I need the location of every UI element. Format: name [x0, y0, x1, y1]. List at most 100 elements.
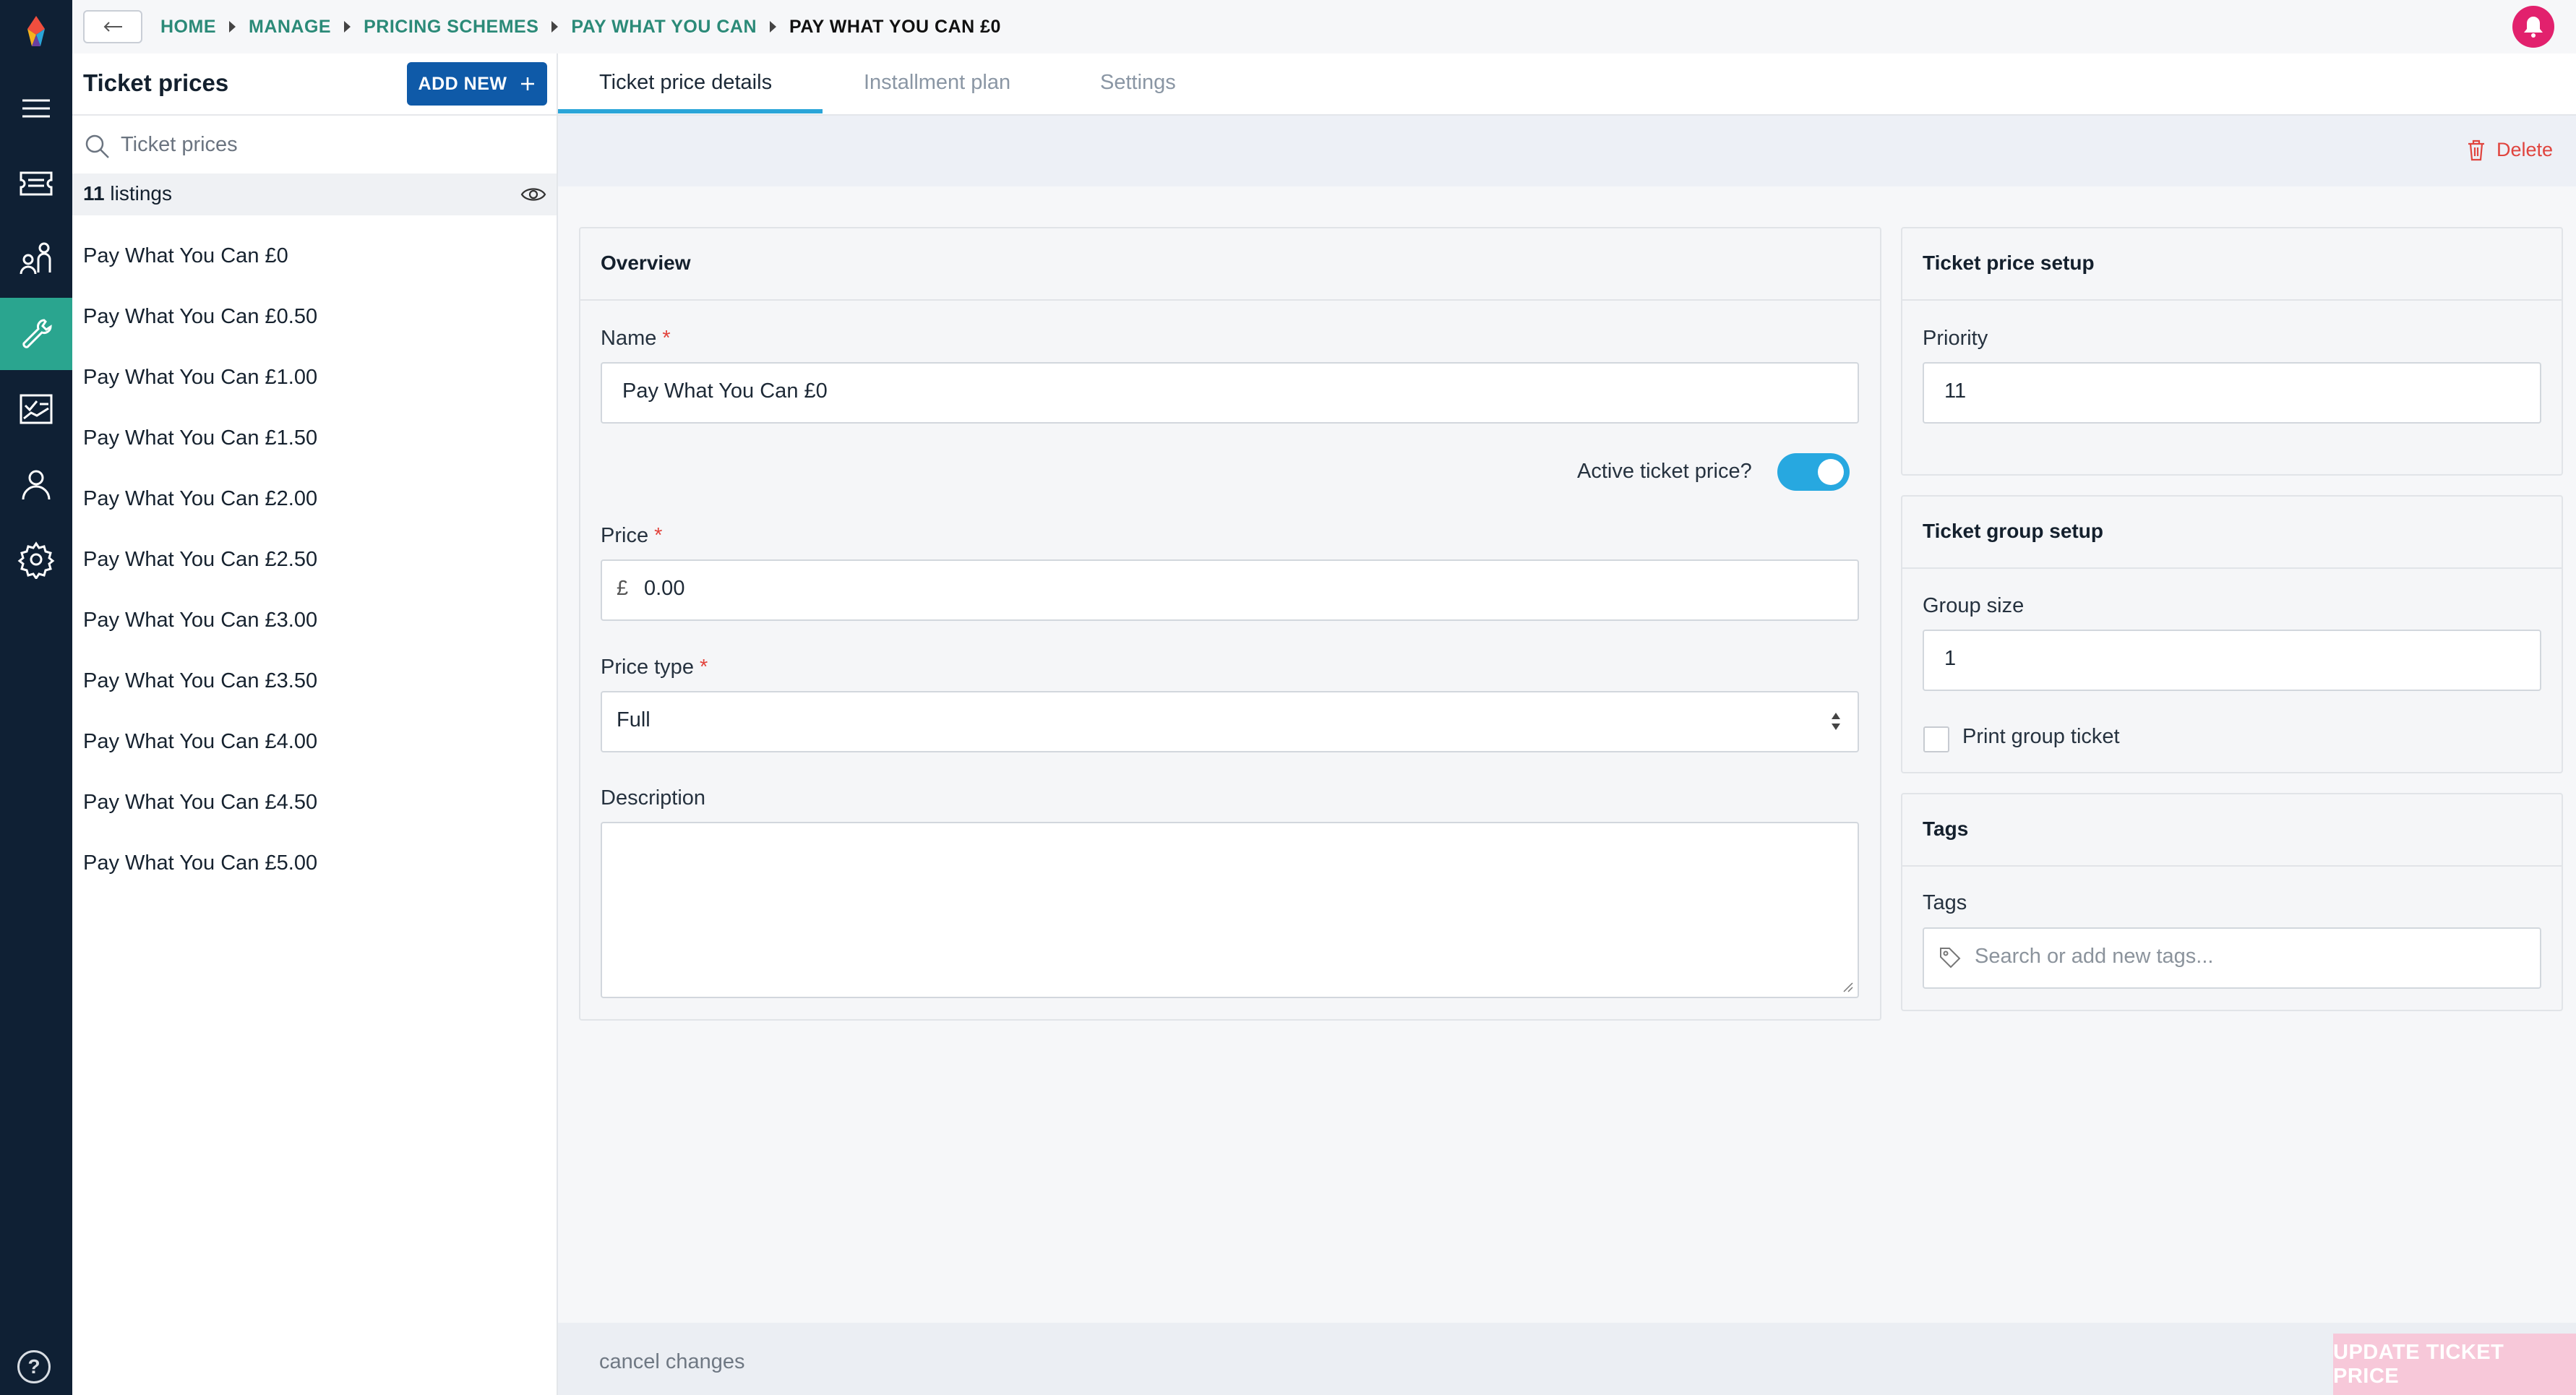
app-logo[interactable]: [16, 13, 56, 53]
breadcrumb-current: PAY WHAT YOU CAN £0: [789, 16, 1001, 37]
gear-icon[interactable]: [0, 523, 72, 596]
listings-count-text: 11 listings: [83, 182, 172, 205]
breadcrumb-pay-what-you-can[interactable]: PAY WHAT YOU CAN: [571, 17, 757, 38]
name-input[interactable]: Pay What You Can £0: [601, 362, 1859, 424]
ticket-group-setup-header: Ticket group setup: [1902, 497, 2562, 569]
add-new-button[interactable]: ADD NEW: [407, 62, 547, 106]
search-icon: [85, 134, 109, 158]
list-item[interactable]: Pay What You Can £2.00: [83, 487, 317, 511]
breadcrumb: HOME MANAGE PRICING SCHEMES PAY WHAT YOU…: [160, 14, 1001, 39]
tags-label: Tags: [1923, 891, 1967, 914]
toggle-knob: [1818, 459, 1844, 485]
price-type-label-text: Price type: [601, 656, 694, 679]
ticket-price-setup-title: Ticket price setup: [1923, 252, 2095, 274]
tags-input[interactable]: Search or add new tags...: [1923, 927, 2541, 989]
action-band: [558, 116, 2576, 186]
priority-value: 11: [1944, 379, 1967, 403]
price-value: 0.00: [644, 577, 685, 600]
group-size-value: 1: [1944, 647, 1957, 670]
list-item[interactable]: Pay What You Can £4.50: [83, 791, 317, 815]
select-arrows-icon: [1832, 713, 1840, 730]
delete-label: Delete: [2496, 139, 2553, 160]
description-label: Description: [601, 786, 706, 810]
notification-bell-icon[interactable]: [2512, 6, 2554, 48]
tag-icon: [1940, 948, 1961, 969]
list-item[interactable]: Pay What You Can £1.00: [83, 366, 317, 390]
tab-ticket-price-details[interactable]: Ticket price details: [599, 71, 772, 95]
search-row: [72, 114, 557, 176]
price-type-select[interactable]: Full: [601, 691, 1859, 752]
ticket-icon[interactable]: [0, 147, 72, 220]
ticket-price-setup-header: Ticket price setup: [1902, 228, 2562, 301]
list-item[interactable]: Pay What You Can £4.00: [83, 730, 317, 754]
footer-bar: [558, 1323, 2576, 1395]
people-icon[interactable]: [0, 223, 72, 295]
tab-settings[interactable]: Settings: [1100, 71, 1176, 95]
priority-label: Priority: [1923, 327, 1988, 350]
tags-header: Tags: [1902, 794, 2562, 867]
wrench-icon[interactable]: [0, 298, 72, 370]
print-group-ticket-label: Print group ticket: [1962, 725, 2120, 748]
price-label: Price *: [601, 524, 662, 548]
listings-count: 11: [83, 182, 105, 205]
group-size-label: Group size: [1923, 594, 2025, 617]
help-icon[interactable]: ?: [17, 1350, 51, 1383]
active-toggle[interactable]: [1777, 453, 1850, 491]
breadcrumb-separator-icon: [551, 21, 559, 33]
search-input[interactable]: [119, 126, 541, 163]
menu-icon[interactable]: [0, 72, 72, 145]
eye-icon[interactable]: [520, 184, 546, 205]
update-ticket-price-button[interactable]: UPDATE TICKET PRICE: [2333, 1334, 2576, 1395]
overview-header: Overview: [580, 228, 1880, 301]
list-item[interactable]: Pay What You Can £2.50: [83, 548, 317, 572]
tags-placeholder: Search or add new tags...: [1975, 945, 2214, 968]
description-textarea[interactable]: [601, 822, 1859, 998]
active-toggle-label: Active ticket price?: [1577, 460, 1752, 483]
arrow-left-icon: [103, 22, 122, 32]
panel-title: Ticket prices: [83, 69, 229, 96]
price-label-text: Price: [601, 524, 649, 547]
listings-label: listings: [110, 182, 172, 205]
currency-symbol: £: [617, 577, 629, 600]
listings-bar: 11 listings: [72, 173, 557, 215]
add-new-label: ADD NEW: [418, 73, 507, 94]
required-mark: *: [654, 524, 663, 547]
back-button[interactable]: [83, 10, 142, 43]
breadcrumb-pricing-schemes[interactable]: PRICING SCHEMES: [364, 17, 538, 38]
breadcrumb-manage[interactable]: MANAGE: [249, 17, 331, 38]
required-mark: *: [662, 327, 671, 350]
priority-input[interactable]: 11: [1923, 362, 2541, 424]
delete-button[interactable]: Delete: [2466, 139, 2553, 161]
price-input[interactable]: £ 0.00: [601, 559, 1859, 621]
trash-icon: [2468, 140, 2484, 160]
cancel-changes-button[interactable]: cancel changes: [599, 1350, 745, 1374]
list-item[interactable]: Pay What You Can £3.50: [83, 669, 317, 693]
tab-installment-plan[interactable]: Installment plan: [864, 71, 1010, 95]
ticket-group-setup-title: Ticket group setup: [1923, 520, 2103, 542]
breadcrumb-separator-icon: [229, 21, 236, 33]
tab-bar: [558, 53, 2576, 116]
price-type-value: Full: [617, 708, 651, 731]
list-item[interactable]: Pay What You Can £3.00: [83, 609, 317, 632]
required-mark: *: [700, 656, 708, 679]
breadcrumb-separator-icon: [770, 21, 777, 33]
list-item[interactable]: Pay What You Can £5.00: [83, 851, 317, 875]
list-item[interactable]: Pay What You Can £0.50: [83, 305, 317, 329]
breadcrumb-home[interactable]: HOME: [160, 17, 216, 38]
breadcrumb-separator-icon: [344, 21, 351, 33]
tags-title: Tags: [1923, 817, 1969, 840]
ticket-price-setup-card: Ticket price setup: [1901, 227, 2563, 476]
list-item[interactable]: Pay What You Can £1.50: [83, 426, 317, 450]
print-group-ticket-checkbox[interactable]: [1923, 726, 1949, 752]
active-tab-indicator: [558, 109, 823, 113]
name-label: Name *: [601, 327, 671, 351]
user-icon[interactable]: [0, 448, 72, 520]
price-type-label: Price type *: [601, 656, 708, 679]
app-sidebar: ?: [0, 0, 72, 1395]
list-item[interactable]: Pay What You Can £0: [83, 244, 288, 268]
resize-handle-icon[interactable]: [1842, 981, 1853, 992]
report-icon[interactable]: [0, 373, 72, 445]
overview-title: Overview: [601, 252, 691, 274]
group-size-input[interactable]: 1: [1923, 630, 2541, 691]
name-label-text: Name: [601, 327, 657, 350]
